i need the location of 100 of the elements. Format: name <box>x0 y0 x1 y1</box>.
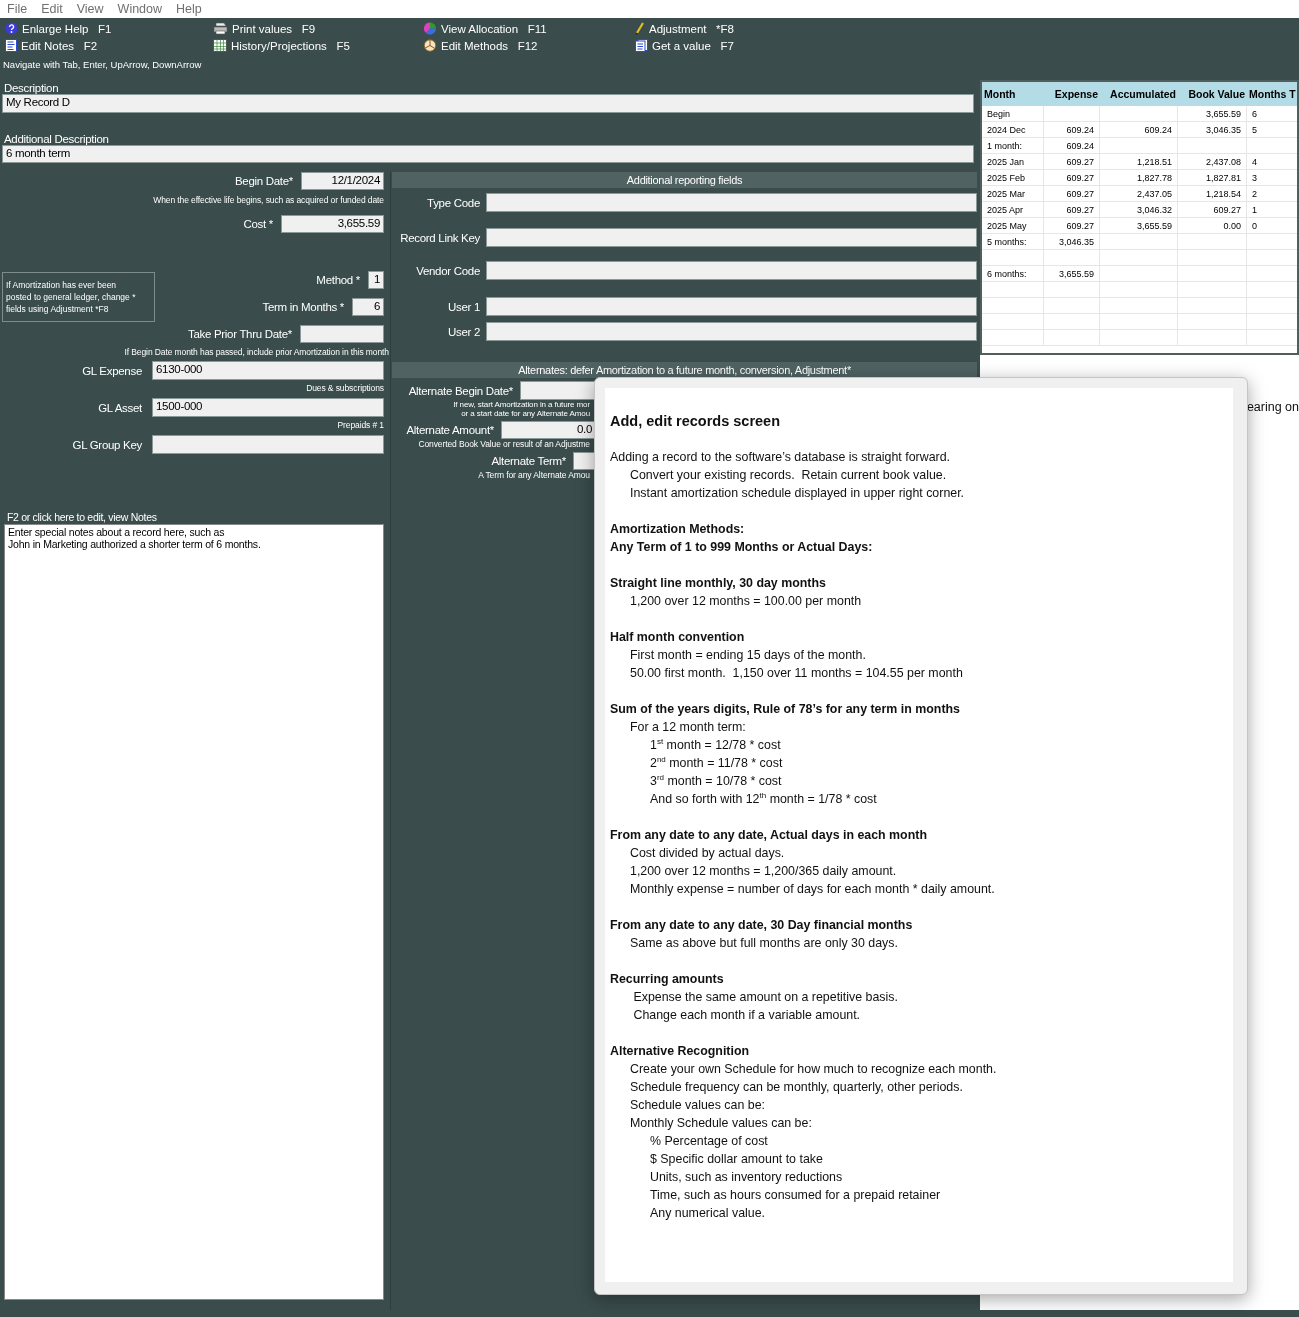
table-cell: 2025 Mar <box>982 186 1044 202</box>
table-cell <box>982 298 1044 314</box>
reporting-field[interactable] <box>486 297 977 316</box>
adjustment-note: If Amortization has ever been posted to general ledger, change * fields using Adjustment *F8 <box>2 272 155 322</box>
column-header: Expense <box>1053 88 1099 100</box>
table-cell: 3,655.59 <box>1178 106 1247 122</box>
field-hint: A Term for any Alternate Amou <box>477 470 591 480</box>
pane-text: earing on <box>1245 400 1299 414</box>
help-heading: Straight line monthly, 30 day months <box>610 575 826 592</box>
column-header: Month <box>983 88 1017 100</box>
grid-icon <box>213 39 227 52</box>
column-header: Accumulated <box>1109 88 1177 100</box>
table-cell <box>982 314 1044 330</box>
table-cell: 2,437.08 <box>1178 154 1247 170</box>
table-cell: 0.00 <box>1178 218 1247 234</box>
table-cell: 3,046.35 <box>1178 122 1247 138</box>
help-text: Same as above but full months are only 30 days. <box>629 935 898 952</box>
help-heading: Half month convention <box>610 629 745 646</box>
method-field[interactable]: 1 <box>368 271 384 289</box>
help-text: Convert your existing records. Retain current book value. <box>629 467 947 484</box>
help-heading: Any Term of 1 to 999 Months or Actual Days: <box>610 539 873 556</box>
help-text: $ Specific dollar amount to take <box>649 1151 823 1168</box>
document-icon <box>5 39 17 52</box>
help-text: Schedule values can be: <box>629 1097 765 1114</box>
table-cell <box>1044 282 1100 298</box>
toolbar-button[interactable]: Enlarge Help F1 <box>5 20 112 37</box>
description-field[interactable]: My Record D <box>2 94 974 113</box>
account-caption: Prepaids # 1 <box>336 420 384 430</box>
table-cell: 609.27 <box>1044 154 1100 170</box>
help-heading: Amortization Methods: <box>610 521 745 538</box>
notes-field[interactable]: Enter special notes about a record here, such as John in Marketing authorized a shorter term of 6 months. <box>4 524 384 1300</box>
toolbar-button[interactable]: Edit Methods F12 <box>423 37 538 54</box>
table-cell <box>1044 330 1100 346</box>
gl-account-field[interactable]: 1500-000 <box>152 398 384 417</box>
cost-field[interactable]: 3,655.59 <box>281 215 384 233</box>
field-label: GL Asset <box>97 401 142 414</box>
gl-account-field[interactable] <box>152 435 384 454</box>
help-text: Any numerical value. <box>649 1205 765 1222</box>
field-label: Additional Description <box>3 131 110 145</box>
help-text: 3$^{rd}$ month = 10/78 * cost <box>649 772 782 790</box>
alternate-term-field[interactable] <box>573 452 595 470</box>
menu-item[interactable]: Edit <box>41 2 63 16</box>
field-label: Alternate Amount* <box>405 424 494 436</box>
field-label: Method * <box>316 274 360 286</box>
alternate-amount-field[interactable]: 0.0 <box>501 421 595 439</box>
table-cell <box>1044 250 1100 266</box>
table-cell <box>1178 234 1247 250</box>
reporting-field[interactable] <box>486 261 977 280</box>
help-text: 1,200 over 12 months = 100.00 per month <box>629 593 862 610</box>
table-cell <box>1178 282 1247 298</box>
help-heading: Alternative Recognition <box>610 1043 750 1060</box>
toolbar-button[interactable]: View Allocation F11 <box>423 20 547 37</box>
notes-label[interactable]: F2 or click here to edit, view Notes <box>0 511 384 523</box>
help-text: 50.00 first month. 1,150 over 11 months = 104.55 per month <box>629 665 963 682</box>
table-cell: 2025 Feb <box>982 170 1044 186</box>
table-cell: 1,218.51 <box>1100 154 1178 170</box>
table-cell: 2025 Jan <box>982 154 1044 170</box>
alternate-begin-date-field[interactable] <box>520 381 595 400</box>
reporting-field[interactable] <box>486 193 977 212</box>
toolbar-button[interactable]: Print values F9 <box>213 20 316 37</box>
table-cell: 0 <box>1247 218 1297 234</box>
table-cell: 6 <box>1247 106 1297 122</box>
menu-item[interactable]: Help <box>176 2 202 16</box>
help-text: Instant amortization schedule displayed in upper right corner. <box>629 485 965 502</box>
reporting-field[interactable] <box>486 228 977 247</box>
term-field[interactable]: 6 <box>352 298 384 316</box>
help-text: % Percentage of cost <box>649 1133 768 1150</box>
table-cell <box>982 282 1044 298</box>
table-cell: Begin <box>982 106 1044 122</box>
table-cell <box>982 330 1044 346</box>
table-cell: 3,046.32 <box>1100 202 1178 218</box>
help-text: Monthly Schedule values can be: <box>629 1115 812 1132</box>
help-text: Time, such as hours consumed for a prepaid retainer <box>649 1187 941 1204</box>
field-hint: If Begin Date month has passed, include prior Amortization in this month <box>123 347 389 357</box>
field-label: Record Link Key <box>399 231 480 244</box>
toolbar-button[interactable]: Edit Notes F2 <box>5 37 98 54</box>
gl-account-field[interactable]: 6130-000 <box>152 361 384 380</box>
take-prior-date-field[interactable] <box>300 325 384 343</box>
menu-item[interactable]: Window <box>117 2 163 16</box>
help-heading: From any date to any date, Actual days in each month <box>610 827 927 844</box>
table-cell: 609.27 <box>1044 170 1100 186</box>
toolbar-button[interactable]: Get a value F7 <box>635 37 734 54</box>
table-cell: 609.24 <box>1044 138 1100 154</box>
table-cell: 3,046.35 <box>1044 234 1100 250</box>
toolbar-button[interactable]: Adjustment *F8 <box>635 20 734 37</box>
field-label: Begin Date* <box>234 175 293 187</box>
additional-description-field[interactable]: 6 month term <box>2 144 974 163</box>
table-cell: 1,827.81 <box>1178 170 1247 186</box>
table-cell: 2025 May <box>982 218 1044 234</box>
section-header: Alternates: defer Amortization to a future month, conversion, Adjustment* <box>392 362 977 378</box>
table-cell: 3,655.59 <box>1100 218 1178 234</box>
help-text: Units, such as inventory reductions <box>649 1169 843 1186</box>
reporting-field[interactable] <box>486 322 977 341</box>
table-cell: 3 <box>1247 170 1297 186</box>
menu-item[interactable]: View <box>76 2 104 16</box>
begin-date-field[interactable]: 12/1/2024 <box>301 172 384 190</box>
toolbar-button[interactable]: History/Projections F5 <box>213 37 350 54</box>
menu-item[interactable]: File <box>7 2 28 16</box>
pencil-icon <box>635 22 645 35</box>
field-label: Description <box>3 81 60 94</box>
